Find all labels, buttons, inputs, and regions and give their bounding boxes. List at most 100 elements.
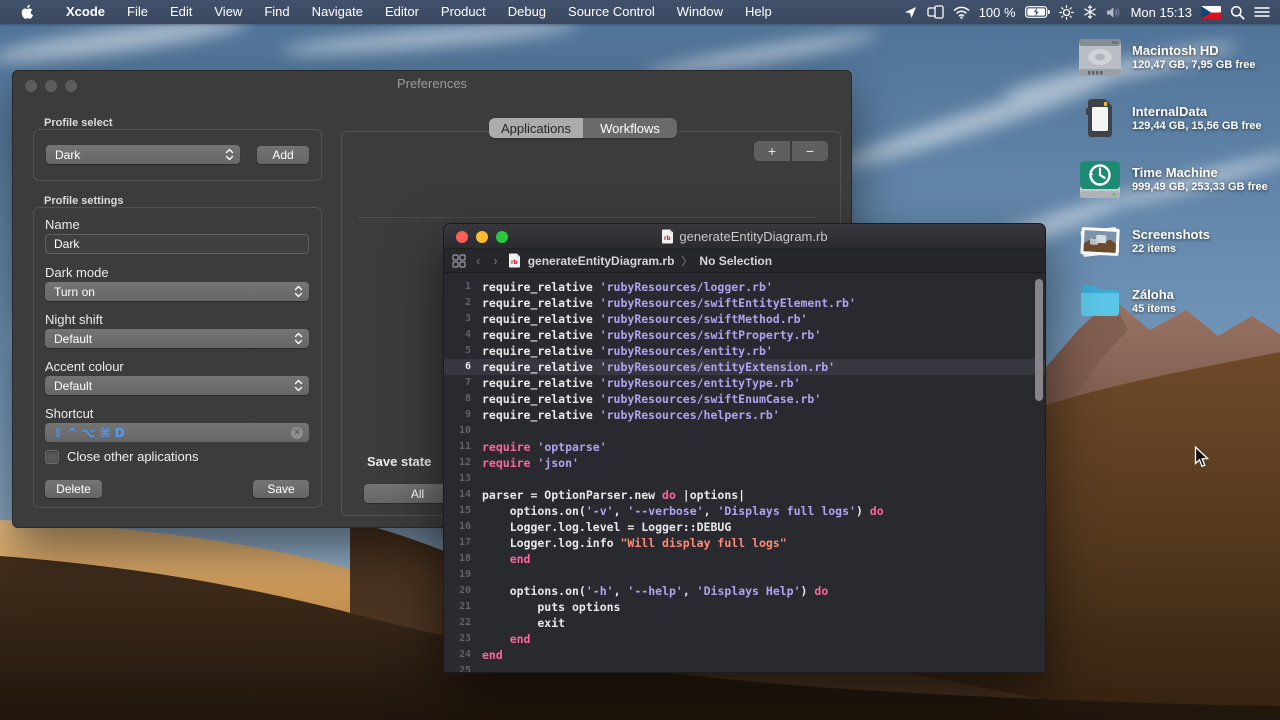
code-line-7[interactable]: 7 require_relative 'rubyResources/entityT…	[444, 375, 1045, 391]
accent-colour-dropdown[interactable]: Default	[45, 376, 309, 395]
snowflake-icon[interactable]	[1083, 5, 1097, 19]
add-profile-button[interactable]: Add	[257, 146, 309, 164]
desktop-icon-detail: 22 items	[1132, 242, 1177, 255]
code-line-13[interactable]: 13	[444, 471, 1045, 487]
code-line-23[interactable]: 23 end	[444, 631, 1045, 647]
back-chevron-icon[interactable]: ‹	[473, 253, 483, 268]
apple-menu-icon[interactable]	[20, 4, 35, 20]
code-line-5[interactable]: 5 require_relative 'rubyResources/entity.…	[444, 343, 1045, 359]
line-number: 21	[458, 601, 471, 612]
desktop-icon-internaldata[interactable]: InternalData 129,44 GB, 15,56 GB free	[1076, 93, 1276, 143]
accent-colour-label: Accent colour	[45, 359, 124, 374]
code-line-2[interactable]: 2 require_relative 'rubyResources/swiftEn…	[444, 295, 1045, 311]
chevron-up-down-icon	[225, 148, 234, 161]
add-application-button[interactable]: +	[754, 141, 790, 161]
preferences-titlebar[interactable]: Preferences	[13, 71, 851, 99]
code-line-20[interactable]: 20 options.on('-h', '--help', 'Displays …	[444, 583, 1045, 599]
menu-item-product[interactable]: Product	[430, 0, 497, 24]
code-editor[interactable]: 1 require_relative 'rubyResources/logger.…	[444, 273, 1045, 672]
code-line-25[interactable]: 25	[444, 663, 1045, 672]
remove-application-button[interactable]: −	[792, 141, 828, 161]
breadcrumb-file[interactable]: generateEntityDiagram.rb	[528, 254, 675, 268]
minimize-button[interactable]	[45, 80, 57, 92]
code-line-18[interactable]: 18 end	[444, 551, 1045, 567]
code-line-12[interactable]: 12 require 'json'	[444, 455, 1045, 471]
desktop-icon-screenshots[interactable]: Screenshots 22 items	[1076, 216, 1276, 266]
code-line-4[interactable]: 4 require_relative 'rubyResources/swiftPr…	[444, 327, 1045, 343]
desktop-icon-macintosh-hd[interactable]: Macintosh HD 120,47 GB, 7,95 GB free	[1076, 32, 1276, 82]
menu-item-find[interactable]: Find	[253, 0, 300, 24]
related-items-icon[interactable]	[452, 253, 466, 268]
close-button[interactable]	[25, 80, 37, 92]
line-number: 22	[458, 617, 471, 628]
notification-center-icon[interactable]	[1254, 6, 1270, 18]
editor-scrollbar-thumb[interactable]	[1035, 279, 1043, 401]
input-language-flag-icon[interactable]	[1201, 5, 1221, 19]
code-line-19[interactable]: 19	[444, 567, 1045, 583]
code-line-10[interactable]: 10	[444, 423, 1045, 439]
code-line-3[interactable]: 3 require_relative 'rubyResources/swiftMe…	[444, 311, 1045, 327]
code-line-24[interactable]: 24 end	[444, 647, 1045, 663]
line-number: 25	[458, 665, 471, 672]
code-line-16[interactable]: 16 Logger.log.level = Logger::DEBUG	[444, 519, 1045, 535]
menu-item-editor[interactable]: Editor	[374, 0, 430, 24]
line-text: require_relative 'rubyResources/swiftPro…	[482, 328, 822, 342]
shortcut-field[interactable]: ⇧ ^ ⌥ ⌘ D ✕	[45, 423, 309, 442]
app-menus: Xcode File Edit View Find Navigate Editor Produ…	[55, 0, 783, 24]
code-line-14[interactable]: 14 parser = OptionParser.new do |options|	[444, 487, 1045, 503]
hard-drive-icon	[1079, 39, 1121, 76]
editor-titlebar[interactable]: rb generateEntityDiagram.rb	[444, 224, 1045, 249]
delete-button[interactable]: Delete	[45, 480, 102, 498]
code-line-1[interactable]: 1 require_relative 'rubyResources/logger.…	[444, 279, 1045, 295]
menu-bar-clock[interactable]: Mon 15:13	[1131, 5, 1192, 20]
zoom-button[interactable]	[65, 80, 77, 92]
clear-shortcut-icon[interactable]: ✕	[291, 426, 303, 439]
profile-select-dropdown[interactable]: Dark	[46, 145, 240, 164]
menu-item-debug[interactable]: Debug	[497, 0, 557, 24]
volume-icon[interactable]	[1106, 6, 1122, 19]
svg-text:rb: rb	[511, 259, 518, 266]
save-button[interactable]: Save	[253, 480, 309, 498]
menu-item-source-control[interactable]: Source Control	[557, 0, 666, 24]
minimize-button[interactable]	[476, 231, 488, 243]
dark-mode-dropdown[interactable]: Turn on	[45, 282, 309, 301]
name-field[interactable]: Dark	[45, 234, 309, 254]
code-line-15[interactable]: 15 options.on('-v', '--verbose', 'Displa…	[444, 503, 1045, 519]
line-number: 16	[458, 521, 471, 532]
wifi-icon[interactable]	[953, 6, 970, 19]
chevron-up-down-icon	[294, 332, 303, 345]
close-button[interactable]	[456, 231, 468, 243]
code-line-17[interactable]: 17 Logger.log.info "Will display full lo…	[444, 535, 1045, 551]
code-line-22[interactable]: 22 exit	[444, 615, 1045, 631]
desktop-icon-time-machine[interactable]: Time Machine 999,49 GB, 253,33 GB free	[1076, 154, 1276, 204]
code-line-9[interactable]: 9 require_relative 'rubyResources/helpers…	[444, 407, 1045, 423]
code-line-11[interactable]: 11 require 'optparse'	[444, 439, 1045, 455]
tab-applications[interactable]: Applications	[489, 118, 583, 138]
menu-item-view[interactable]: View	[203, 0, 253, 24]
location-icon[interactable]	[903, 5, 918, 20]
line-number: 1	[464, 281, 471, 292]
spotlight-search-icon[interactable]	[1230, 5, 1245, 20]
line-text: require_relative 'rubyResources/entity.r…	[482, 344, 773, 358]
menu-item-navigate[interactable]: Navigate	[301, 0, 374, 24]
breadcrumb-selection[interactable]: No Selection	[699, 254, 772, 268]
desktop-icon-label: Screenshots	[1132, 226, 1211, 242]
tab-workflows[interactable]: Workflows	[583, 118, 677, 138]
zoom-button[interactable]	[496, 231, 508, 243]
night-shift-dropdown[interactable]: Default	[45, 329, 309, 348]
menu-item-window[interactable]: Window	[666, 0, 734, 24]
brightness-icon[interactable]	[1058, 4, 1074, 20]
forward-chevron-icon[interactable]: ›	[490, 253, 500, 268]
menu-item-help[interactable]: Help	[734, 0, 783, 24]
breadcrumb-separator: 〉	[681, 255, 693, 268]
code-line-8[interactable]: 8 require_relative 'rubyResources/swiftEn…	[444, 391, 1045, 407]
close-other-applications-checkbox[interactable]	[45, 449, 59, 464]
code-line-21[interactable]: 21 puts options	[444, 599, 1045, 615]
displays-icon[interactable]	[927, 4, 944, 20]
menu-item-edit[interactable]: Edit	[159, 0, 203, 24]
code-line-6[interactable]: 6 require_relative 'rubyResources/entityE…	[444, 359, 1045, 375]
menu-item-file[interactable]: File	[116, 0, 159, 24]
menu-item-xcode[interactable]: Xcode	[55, 0, 116, 24]
desktop: { "menu_bar": { "apple": "apple-logo", "…	[0, 0, 1280, 720]
desktop-icon-zaloha[interactable]: Záloha 45 items	[1076, 276, 1276, 326]
